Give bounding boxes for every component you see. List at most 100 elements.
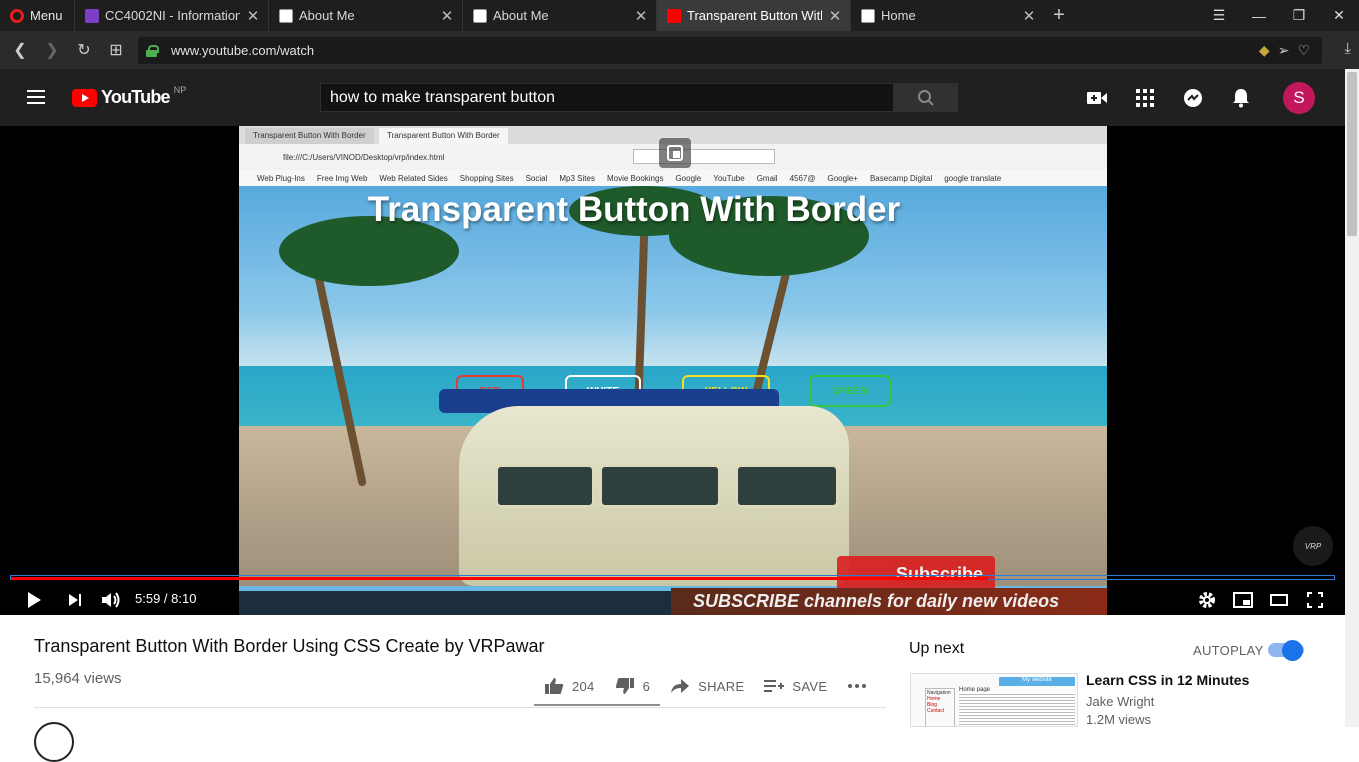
recommended-channel[interactable]: Jake Wright [1086,694,1154,709]
browser-tab-youtube-active[interactable]: Transparent Button With B ✕ [656,0,850,31]
url-field[interactable]: www.youtube.com/watch ◆ ➢ ♡ [138,37,1322,64]
bookmark: 4567@ [789,173,816,183]
tab-close-icon[interactable]: ✕ [1022,7,1036,25]
guide-menu-icon[interactable] [27,90,45,104]
tab-title: Transparent Button With B [687,8,822,23]
dislike-button[interactable]: 6 [605,677,661,695]
secure-lock-icon [146,44,159,57]
bookmark: Google [675,173,702,183]
bookmark: google translate [944,173,1002,183]
messages-icon[interactable] [1181,86,1205,110]
close-window-icon[interactable]: ✕ [1319,0,1359,31]
video-progress-bar[interactable] [10,575,1335,580]
bookmark: Free Img Web [316,173,368,183]
youtube-logo[interactable]: YouTube NP [72,85,186,108]
recorded-bookmarks-bar: Web Plug-Ins Free Img Web Web Related Si… [239,170,1107,186]
video-heading-text: Transparent Button With Border [367,190,901,229]
tab-title: CC4002NI - Information S [105,8,240,23]
next-video-icon[interactable] [60,584,90,615]
page-scrollbar-thumb[interactable] [1347,72,1357,236]
heart-bookmark-icon[interactable]: ♡ [1297,42,1310,59]
download-icon[interactable]: ⤓ [1344,40,1351,57]
autoplay-label: AUTOPLAY [1193,643,1264,658]
video-title: Transparent Button With Border Using CSS… [34,636,545,656]
more-actions-icon[interactable] [837,683,877,689]
send-icon[interactable]: ➢ [1278,42,1290,59]
bookmark: Gmail [756,173,778,183]
address-bar-row: ❮ ❯ ↻ ⊞ www.youtube.com/watch ◆ ➢ ♡ ⤓ [0,31,1359,69]
account-avatar[interactable]: S [1283,82,1315,114]
youtube-wordmark: YouTube [101,87,171,107]
settings-gear-icon[interactable] [1192,584,1222,615]
miniplayer-icon[interactable] [1228,584,1258,615]
van-window [735,464,839,508]
share-label: SHARE [698,678,745,694]
bookmark: Basecamp Digital [869,173,933,183]
autoplay-toggle-knob[interactable] [1282,640,1303,661]
forward-icon[interactable]: ❯ [36,31,68,69]
camper-van [459,406,849,586]
browser-tab-cc4002ni[interactable]: CC4002NI - Information S ✕ [74,0,268,31]
fullscreen-icon[interactable] [1300,584,1330,615]
dislike-count: 6 [642,678,651,694]
search-button[interactable] [894,83,958,112]
bookmark: Shopping Sites [459,173,514,183]
demo-button-green: GREEN [809,375,891,407]
tab-close-icon[interactable]: ✕ [246,7,260,25]
course-favicon-icon [85,8,99,23]
tab-menu-icon[interactable]: ☰ [1199,0,1239,31]
recommended-thumbnail[interactable]: My website Navigation Home Blog Contact … [910,673,1078,727]
save-button[interactable]: SAVE [754,679,837,694]
like-button[interactable]: 204 [534,677,605,695]
youtube-header: YouTube NP how to make transparent butto… [0,69,1345,126]
tab-close-icon[interactable]: ✕ [828,7,842,25]
youtube-play-logo-icon [72,88,97,107]
recommended-title[interactable]: Learn CSS in 12 Minutes [1086,672,1249,688]
browser-tab-about-me-1[interactable]: About Me ✕ [268,0,462,31]
video-frame: Transparent Button With Border Transpare… [239,126,1107,615]
tab-close-icon[interactable]: ✕ [634,7,648,25]
up-next-heading: Up next [909,640,965,657]
recorded-url: file:///C:/Users/VINOD/Desktop/vrp/index… [283,153,445,162]
tab-title: Home [881,8,916,23]
player-controls: 5:59 / 8:10 [0,584,1345,615]
play-icon[interactable] [19,584,49,615]
apps-grid-icon[interactable] [1133,86,1157,110]
channel-watermark[interactable]: VRP [1293,526,1333,566]
page-favicon-icon [473,8,487,23]
recorded-search-field [633,149,775,164]
channel-avatar[interactable] [34,722,74,762]
notifications-bell-icon[interactable] [1229,86,1253,110]
playlist-add-icon [764,680,785,692]
browser-tab-about-me-2[interactable]: About Me ✕ [462,0,656,31]
browser-menu-button[interactable]: Menu [0,0,74,31]
tab-grid-icon[interactable]: ⊞ [100,31,132,69]
save-label: SAVE [792,678,828,694]
back-icon[interactable]: ❮ [4,31,36,69]
popout-video-icon[interactable] [659,138,691,168]
reload-icon[interactable]: ↻ [68,31,100,69]
video-progress-played [11,577,988,580]
extension-cube-icon[interactable]: ◆ [1259,42,1270,59]
video-player[interactable]: Transparent Button With Border Transpare… [0,126,1345,615]
share-button[interactable]: SHARE [660,678,754,694]
volume-icon[interactable] [96,584,126,615]
bookmark: YouTube [713,173,745,183]
thumbs-up-icon [545,678,564,694]
browser-menu-label: Menu [30,8,63,23]
browser-tab-home[interactable]: Home ✕ [850,0,1044,31]
bookmark: Web Related Sides [379,173,448,183]
create-video-icon[interactable] [1085,86,1109,110]
tab-close-icon[interactable]: ✕ [440,7,454,25]
sentiment-bar [534,704,660,706]
view-count: 15,964 views [34,670,122,687]
bookmark: Mp3 Sites [559,173,595,183]
minimize-icon[interactable]: — [1239,0,1279,31]
new-tab-button[interactable]: + [1044,0,1074,31]
page-favicon-icon [861,8,875,23]
restore-icon[interactable]: ❐ [1279,0,1319,31]
url-actions: ◆ ➢ ♡ [1259,42,1310,59]
recommended-views: 1.2M views [1086,712,1152,727]
search-input[interactable]: how to make transparent button [320,83,894,112]
theater-mode-icon[interactable] [1264,584,1294,615]
